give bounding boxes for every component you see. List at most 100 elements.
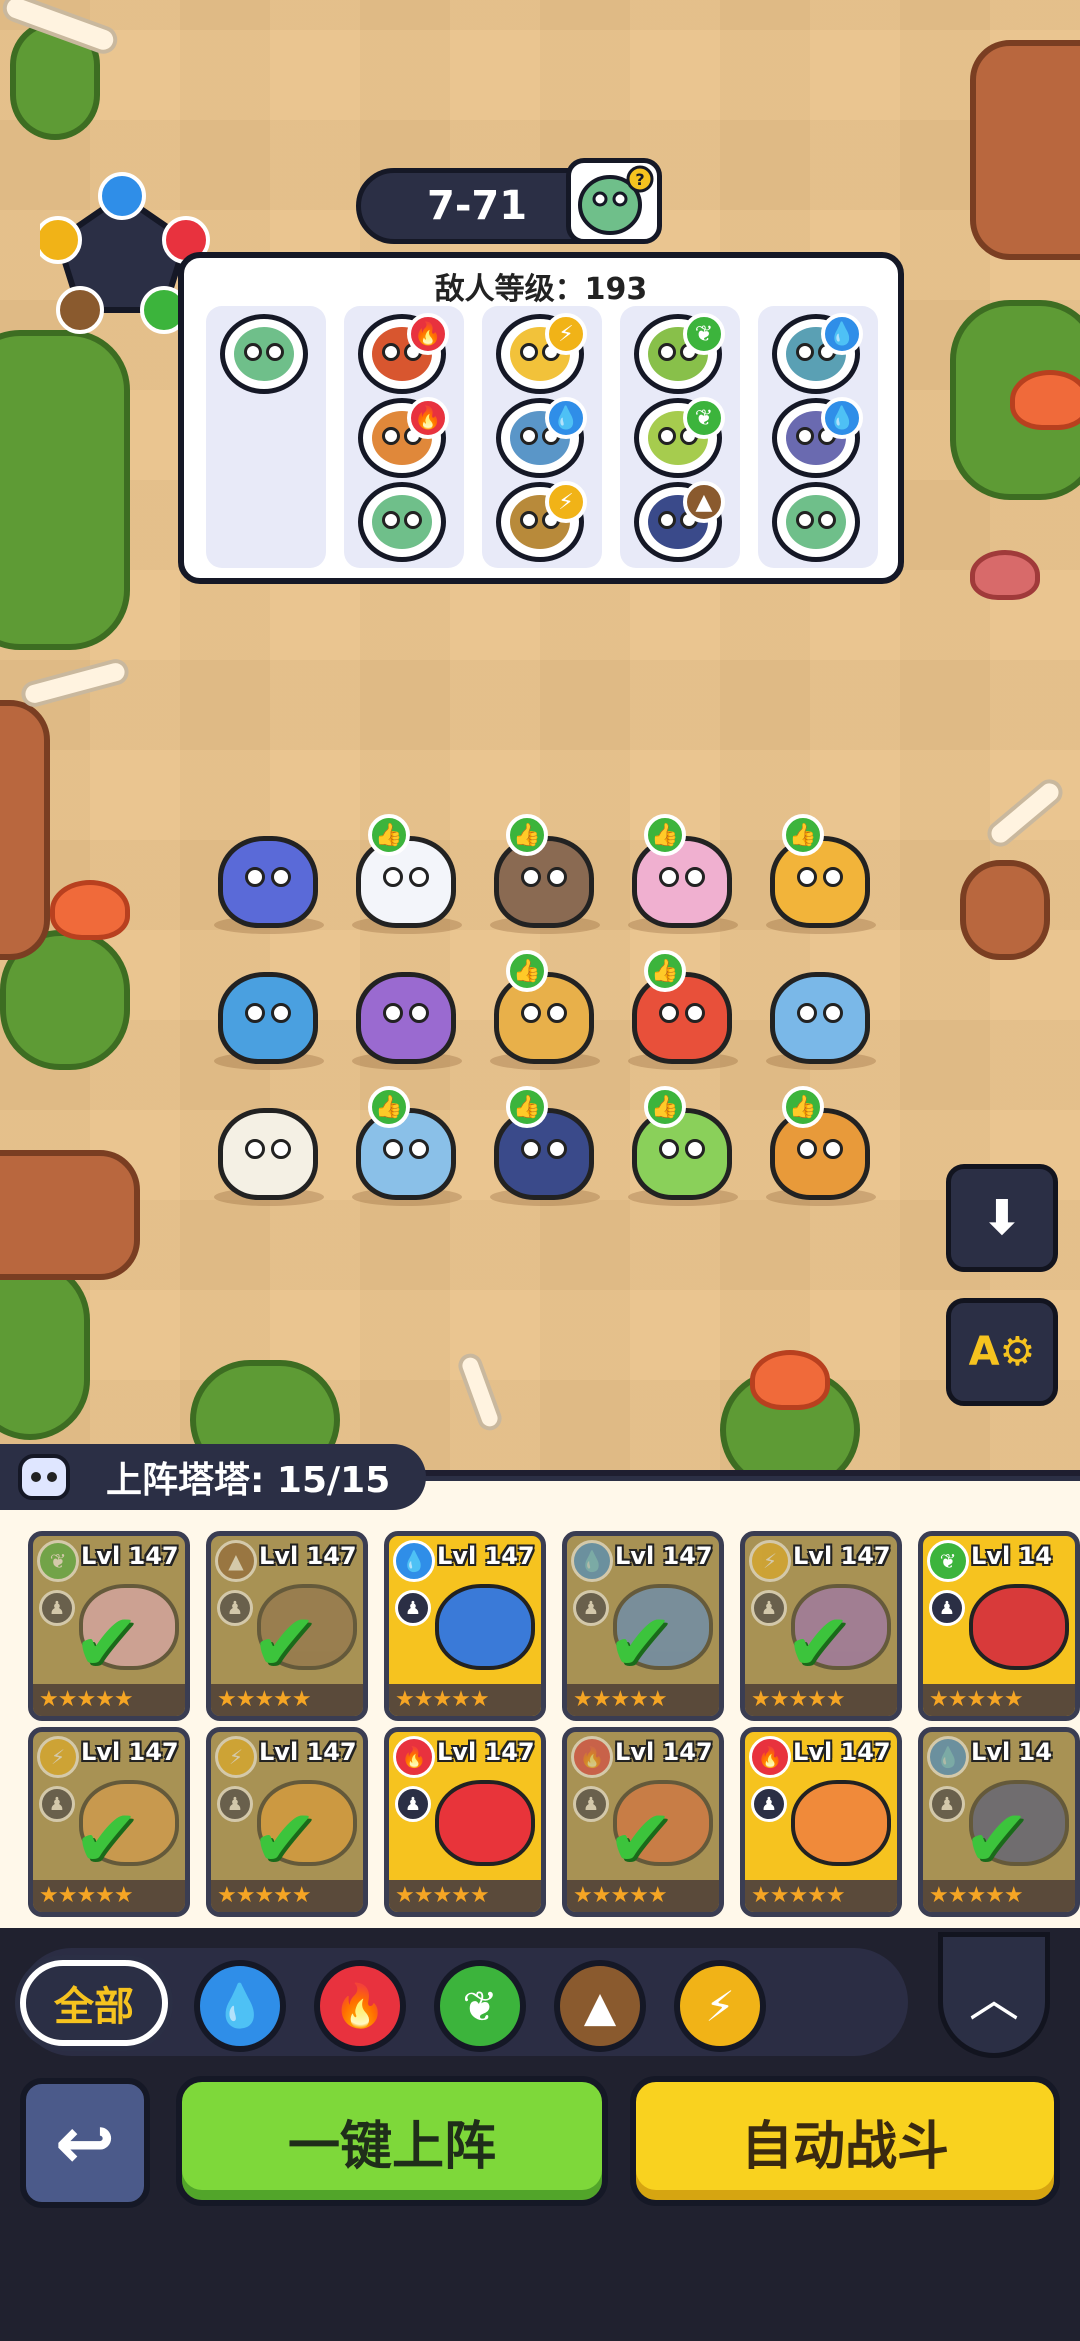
field-hero[interactable] [632,972,732,1064]
field-hero[interactable] [770,836,870,928]
field-hero[interactable] [494,1108,594,1200]
stage-label: 7-71 [427,183,528,229]
cactus-decoration [0,330,130,650]
field-hero[interactable] [356,836,456,928]
hero-star-rating: ★★★★★ [745,1880,897,1912]
field-hero[interactable] [770,1108,870,1200]
auto-settings-icon: A⚙ [968,1329,1036,1375]
filter-grass-button[interactable]: ❦ [434,1960,526,2052]
enemy-portrait[interactable] [358,482,446,562]
earth-element-icon: ▲ [683,481,725,523]
hero-star-rating: ★★★★★ [389,1684,541,1716]
hero-role-icon: ♟ [751,1786,787,1822]
hero-role-icon: ♟ [217,1590,253,1626]
back-button[interactable]: ↩ [20,2078,150,2208]
thumbs-up-icon: 👍 [644,950,686,992]
enemy-portrait[interactable]: ⚡ [496,481,587,562]
hero-level: Lvl 147 [793,1738,891,1766]
hero-role-icon: ♟ [751,1590,787,1626]
enemy-face-icon [786,495,846,549]
hero-card[interactable]: ⚡ Lvl 147 ♟ ★★★★★ ✔ [206,1727,368,1917]
enemy-portrait[interactable] [220,314,308,394]
enemy-portrait[interactable]: 💧 [772,313,863,394]
field-hero[interactable] [632,1108,732,1200]
hero-card[interactable]: ⚡ Lvl 147 ♟ ★★★★★ ✔ [740,1531,902,1721]
enemy-portrait[interactable]: ▲ [634,481,725,562]
filter-all-label: 全部 [54,1984,134,2030]
hero-card[interactable]: 💧 Lvl 14 ♟ ★★★★★ ✔ [918,1727,1080,1917]
hero-card[interactable]: 💧 Lvl 147 ♟ ★★★★★ ✔ [562,1531,724,1721]
enemy-column: ❦ ❦ ▲ [620,306,740,568]
enemy-column: 🔥 🔥 [344,306,464,568]
bone-decoration [18,656,132,710]
hero-card[interactable]: 💧 Lvl 147 ♟ ★★★★★ [384,1531,546,1721]
bone-decoration [982,774,1068,852]
field-hero[interactable] [770,972,870,1064]
filter-all-button[interactable]: 全部 [20,1960,168,2046]
grass-element-icon: ❦ [37,1540,79,1582]
thumbs-up-icon: 👍 [368,814,410,856]
filter-earth-button[interactable]: ▲ [554,1960,646,2052]
roster-title-bar: 上阵塔塔: 15/15 [0,1444,426,1510]
field-hero[interactable] [356,1108,456,1200]
enemy-portrait[interactable]: ⚡ [496,313,587,394]
enemy-preview-panel[interactable]: 敌人等级：193 🔥 🔥 ⚡ 💧 ⚡ ❦ ❦ ▲ 💧 💧 [178,252,904,584]
field-hero[interactable] [218,836,318,928]
check-icon: ✔ [607,1596,675,1689]
earth-element-icon [56,286,104,334]
check-icon: ✔ [73,1596,141,1689]
hero-portrait [969,1584,1069,1670]
field-hero[interactable] [494,972,594,1064]
check-icon: ✔ [251,1792,319,1885]
battlefield: 7-71 ? 敌人等级：193 🔥 🔥 ⚡ 💧 ⚡ ❦ ❦ ▲ 💧 💧 👍 👍 👍 👍 👍 👍 👍 👍 👍 👍 ⬇ … [0,0,1080,1470]
filter-thunder-button[interactable]: ⚡ [674,1960,766,2052]
enemy-column: ⚡ 💧 ⚡ [482,306,602,568]
thunder-element-icon: ⚡ [545,481,587,523]
roster-title: 上阵塔塔: 15/15 [106,1460,391,1501]
download-icon: ⬇ [981,1190,1023,1246]
enemy-portrait[interactable]: 💧 [772,397,863,478]
thunder-element-icon: ⚡ [705,1981,735,2031]
grass-element-icon: ❦ [927,1540,969,1582]
collapse-roster-button[interactable]: ︿ [938,1932,1050,2058]
field-hero[interactable] [218,1108,318,1200]
enemy-portrait[interactable]: 🔥 [358,313,449,394]
filter-water-button[interactable]: 💧 [194,1960,286,2052]
fire-element-icon: 🔥 [333,1981,387,2030]
field-hero[interactable] [494,836,594,928]
enemy-portrait[interactable]: 🔥 [358,397,449,478]
hero-role-icon: ♟ [573,1786,609,1822]
enemy-portrait[interactable]: 💧 [496,397,587,478]
hero-level: Lvl 147 [81,1542,179,1570]
enemy-portrait[interactable]: ❦ [634,397,725,478]
earth-element-icon: ▲ [583,1981,617,2031]
auto-deploy-label: 一键上阵 [287,2116,496,2177]
auto-battle-button[interactable]: 自动战斗 [630,2076,1060,2206]
enemy-portrait[interactable] [772,482,860,562]
filter-fire-button[interactable]: 🔥 [314,1960,406,2052]
fire-element-icon: 🔥 [571,1736,613,1778]
hero-level: Lvl 147 [437,1738,535,1766]
hero-card[interactable]: ⚡ Lvl 147 ♟ ★★★★★ ✔ [28,1727,190,1917]
field-hero[interactable] [356,972,456,1064]
auto-deploy-button[interactable]: 一键上阵 [176,2076,608,2206]
field-hero[interactable] [218,972,318,1064]
hero-card[interactable]: ❦ Lvl 147 ♟ ★★★★★ ✔ [28,1531,190,1721]
cactus-decoration [0,1260,90,1440]
hero-card[interactable]: ❦ Lvl 14 ♟ ★★★★★ [918,1531,1080,1721]
check-icon: ✔ [607,1792,675,1885]
hero-card[interactable]: ▲ Lvl 147 ♟ ★★★★★ ✔ [206,1531,368,1721]
water-element-icon: 💧 [213,1981,267,2030]
hero-card[interactable]: 🔥 Lvl 147 ♟ ★★★★★ [384,1727,546,1917]
hero-card[interactable]: 🔥 Lvl 147 ♟ ★★★★★ ✔ [562,1727,724,1917]
hero-level: Lvl 14 [971,1542,1052,1570]
field-hero[interactable] [632,836,732,928]
hero-role-icon: ♟ [39,1786,75,1822]
stage-boss-icon[interactable]: ? [566,158,662,244]
auto-settings-button[interactable]: A⚙ [946,1298,1058,1406]
fire-element-icon: 🔥 [407,313,449,355]
save-formation-button[interactable]: ⬇ [946,1164,1058,1272]
water-element-icon: 💧 [393,1540,435,1582]
hero-card[interactable]: 🔥 Lvl 147 ♟ ★★★★★ [740,1727,902,1917]
enemy-portrait[interactable]: ❦ [634,313,725,394]
